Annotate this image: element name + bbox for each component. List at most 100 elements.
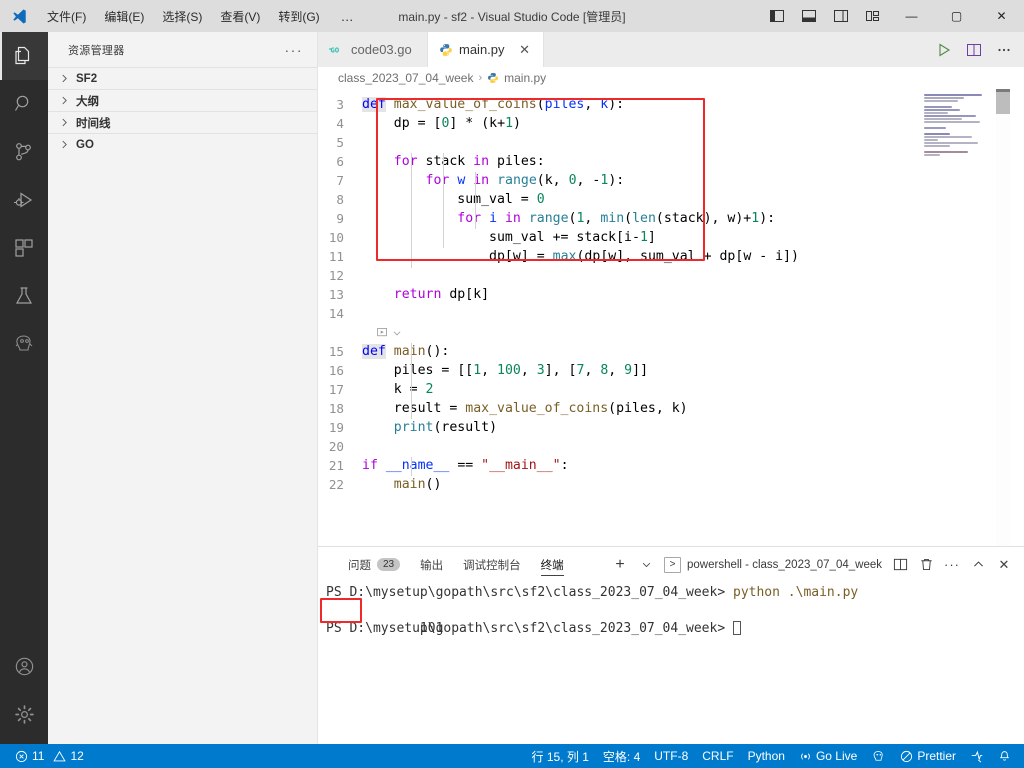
breadcrumb-file[interactable]: main.py	[504, 71, 546, 85]
more-editor-actions-icon[interactable]	[990, 36, 1018, 64]
activity-explorer[interactable]	[0, 32, 48, 80]
code-line[interactable]: 7 for w in range(k, 0, -1):	[318, 171, 1024, 190]
status-prettier[interactable]: Prettier	[893, 744, 963, 768]
code-line[interactable]: 5	[318, 133, 1024, 152]
menu-selection[interactable]: 选择(S)	[153, 3, 211, 30]
line-content[interactable]: piles = [[1, 100, 3], [7, 8, 9]]	[362, 361, 648, 380]
code-line[interactable]: 9 for i in range(1, min(len(stack), w)+1…	[318, 209, 1024, 228]
code-line[interactable]: 14	[318, 304, 1024, 323]
maximize-panel-icon[interactable]	[966, 552, 990, 578]
customize-layout-icon[interactable]	[857, 0, 889, 32]
code-line[interactable]: 16 piles = [[1, 100, 3], [7, 8, 9]]	[318, 361, 1024, 380]
status-go-live[interactable]: Go Live	[792, 744, 864, 768]
status-cursor-position[interactable]: 行 15, 列 1	[525, 744, 596, 768]
status-problems[interactable]: 11 12	[8, 744, 91, 768]
code-line[interactable]: 22 main()	[318, 475, 1024, 494]
editor-scrollbar[interactable]	[996, 89, 1010, 546]
code-line[interactable]: 4 dp = [0] * (k+1)	[318, 114, 1024, 133]
minimize-button[interactable]: —	[889, 0, 934, 32]
terminal-selector[interactable]: > powershell - class_2023_07_04_week	[660, 556, 886, 573]
code-line[interactable]: 18 result = max_value_of_coins(piles, k)	[318, 399, 1024, 418]
menu-bar[interactable]: 文件(F) 编辑(E) 选择(S) 查看(V) 转到(G) …	[38, 3, 367, 30]
line-content[interactable]: for stack in piles:	[362, 152, 545, 171]
tab-code03-go[interactable]: GO code03.go	[318, 32, 428, 67]
activity-testing[interactable]	[0, 272, 48, 320]
status-eol[interactable]: CRLF	[695, 744, 740, 768]
panel-tab-terminal[interactable]: 终端	[531, 547, 574, 582]
status-indentation[interactable]: 空格: 4	[596, 744, 647, 768]
code-line[interactable]: 21 if __name__ == "__main__":	[318, 456, 1024, 475]
panel-tab-problems[interactable]: 问题 23	[338, 547, 410, 582]
close-window-button[interactable]: ✕	[979, 0, 1024, 32]
line-content[interactable]: sum_val = 0	[362, 190, 544, 209]
code-line[interactable]: 17 k = 2	[318, 380, 1024, 399]
new-terminal-button[interactable]: +	[608, 552, 632, 578]
activity-manage-settings[interactable]	[0, 690, 48, 738]
panel-more-actions-icon[interactable]: ···	[940, 552, 964, 578]
code-editor[interactable]: 3 def max_value_of_coins(piles, k): 4 dp =…	[318, 89, 1024, 546]
toggle-primary-sidebar-icon[interactable]	[761, 0, 793, 32]
new-terminal-dropdown-icon[interactable]	[634, 552, 658, 578]
menu-overflow-button[interactable]: …	[329, 5, 367, 28]
code-line[interactable]: 8 sum_val = 0	[318, 190, 1024, 209]
line-content[interactable]: main()	[362, 475, 442, 494]
split-terminal-icon[interactable]	[888, 552, 912, 578]
run-python-file-icon[interactable]	[930, 36, 958, 64]
sidebar-more-actions-icon[interactable]: ···	[285, 42, 310, 58]
line-content[interactable]: return dp[k]	[362, 285, 489, 304]
line-content[interactable]: dp[w] = max(dp[w], sum_val + dp[w - i])	[362, 247, 799, 266]
sidebar-section-go[interactable]: GO	[48, 133, 317, 155]
toggle-secondary-sidebar-icon[interactable]	[825, 0, 857, 32]
panel-tab-output[interactable]: 输出	[410, 547, 453, 582]
split-editor-icon[interactable]	[960, 36, 988, 64]
code-line[interactable]: 3 def max_value_of_coins(piles, k):	[318, 95, 1024, 114]
code-line[interactable]: 10 sum_val += stack[i-1]	[318, 228, 1024, 247]
line-content[interactable]: k = 2	[362, 380, 434, 399]
minimap[interactable]	[920, 89, 1010, 546]
tab-close-icon[interactable]: ✕	[517, 42, 533, 58]
code-line[interactable]: 15 def main():	[318, 342, 1024, 361]
status-language-mode[interactable]: Python	[741, 744, 792, 768]
status-gopher[interactable]	[864, 744, 893, 768]
code-lines[interactable]: 3 def max_value_of_coins(piles, k): 4 dp =…	[318, 89, 1024, 546]
close-panel-icon[interactable]: ✕	[992, 552, 1016, 578]
sidebar-section-outline[interactable]: 大纲	[48, 89, 317, 111]
menu-go[interactable]: 转到(G)	[269, 3, 328, 30]
line-content[interactable]: for i in range(1, min(len(stack), w)+1):	[362, 209, 775, 228]
line-content[interactable]: dp = [0] * (k+1)	[362, 114, 521, 133]
activity-run-and-debug[interactable]	[0, 176, 48, 224]
line-content[interactable]: def main():	[362, 342, 449, 361]
activity-search[interactable]	[0, 80, 48, 128]
line-content[interactable]: def max_value_of_coins(piles, k):	[362, 95, 624, 114]
menu-edit[interactable]: 编辑(E)	[95, 3, 153, 30]
activity-source-control[interactable]	[0, 128, 48, 176]
code-line[interactable]: 13 return dp[k]	[318, 285, 1024, 304]
code-line[interactable]: 19 print(result)	[318, 418, 1024, 437]
activity-extensions[interactable]	[0, 224, 48, 272]
kill-terminal-icon[interactable]	[914, 552, 938, 578]
activity-go-extension[interactable]	[0, 320, 48, 368]
sidebar-section-timeline[interactable]: 时间线	[48, 111, 317, 133]
scrollbar-thumb[interactable]	[996, 92, 1010, 114]
code-line[interactable]: 6 for stack in piles:	[318, 152, 1024, 171]
maximize-button[interactable]: ▢	[934, 0, 979, 32]
terminal-content[interactable]: PS D:\mysetup\gopath\src\sf2\class_2023_…	[318, 582, 1024, 744]
code-line[interactable]: 12	[318, 266, 1024, 285]
panel-tab-debug-console[interactable]: 调试控制台	[453, 547, 531, 582]
breadcrumb-folder[interactable]: class_2023_07_04_week	[338, 71, 473, 85]
code-line[interactable]: 20	[318, 437, 1024, 456]
line-content[interactable]: if __name__ == "__main__":	[362, 456, 569, 475]
menu-view[interactable]: 查看(V)	[211, 3, 269, 30]
codelens-run-cell[interactable]	[318, 323, 1024, 342]
menu-file[interactable]: 文件(F)	[38, 3, 95, 30]
code-line[interactable]: 11 dp[w] = max(dp[w], sum_val + dp[w - i…	[318, 247, 1024, 266]
toggle-panel-icon[interactable]	[793, 0, 825, 32]
sidebar-section-sf2[interactable]: SF2	[48, 67, 317, 89]
status-notifications[interactable]	[991, 744, 1018, 768]
line-content[interactable]: for w in range(k, 0, -1):	[362, 171, 625, 190]
tab-main-py[interactable]: main.py ✕	[428, 32, 544, 67]
activity-accounts[interactable]	[0, 642, 48, 690]
status-remote-host[interactable]	[963, 744, 991, 768]
status-encoding[interactable]: UTF-8	[647, 744, 695, 768]
line-content[interactable]: print(result)	[362, 418, 497, 437]
